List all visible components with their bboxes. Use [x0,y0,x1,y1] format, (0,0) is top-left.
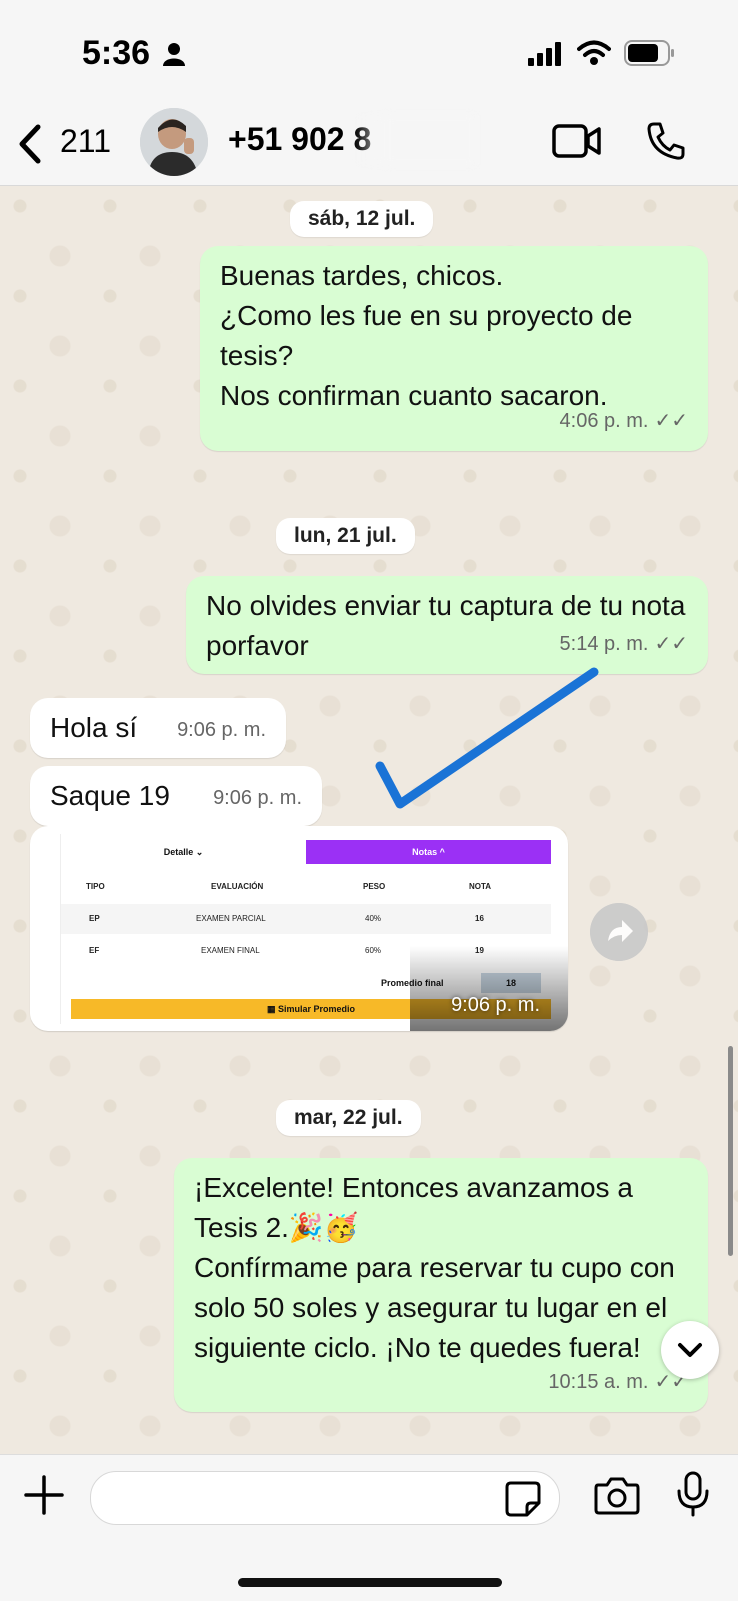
date-separator: sáb, 12 jul. [290,201,434,237]
status-bar: 5:36 [0,0,738,105]
plus-icon[interactable] [24,1475,64,1515]
incoming-message[interactable]: Saque 19 9:06 p. m. [30,766,322,826]
date-separator: lun, 21 jul. [276,518,415,554]
redaction-blur [355,115,475,165]
message-meta: 4:06 p. m. ✓✓ [560,401,688,441]
message-text: Buenas tardes, chicos. ¿Como les fue en … [220,260,633,411]
sticker-icon[interactable] [505,1481,541,1517]
message-time: 10:15 a. m. [548,1371,649,1393]
table-header: TIPO EVALUACIÓN PESO NOTA [86,882,492,891]
microphone-icon[interactable] [676,1471,710,1517]
message-time: 5:14 p. m. [559,633,649,655]
phone-icon[interactable] [646,121,686,161]
chat-area[interactable]: sáb, 12 jul. Buenas tardes, chicos. ¿Com… [0,186,738,1454]
message-time: 9:06 p. m. [177,719,266,741]
tab-detalle: Detalle ⌄ [163,847,204,857]
double-check-icon: ✓✓ [654,410,688,432]
avatar[interactable] [140,108,208,176]
date-separator: mar, 22 jul. [276,1100,421,1136]
outgoing-message[interactable]: Buenas tardes, chicos. ¿Como les fue en … [200,246,708,451]
message-text: Hola sí [50,712,138,743]
incoming-message[interactable]: Hola sí 9:06 p. m. [30,698,286,758]
image-shade [410,946,568,1031]
camera-icon[interactable] [594,1475,640,1515]
image-message[interactable]: Detalle ⌄ Notas ^ TIPO EVALUACIÓN PESO N… [30,826,568,1031]
check-annotation [375,667,599,809]
message-input[interactable] [90,1471,560,1525]
message-meta: 5:14 p. m. ✓✓ [560,624,688,664]
back-chevron-icon[interactable] [14,123,44,165]
message-time: 9:06 p. m. [451,994,540,1016]
battery-icon [624,40,674,66]
signal-icon [528,42,561,66]
scroll-to-bottom-button[interactable] [661,1321,719,1379]
message-text: ¡Excelente! Entonces avanzamos a Tesis 2… [194,1172,675,1363]
message-time: 9:06 p. m. [213,787,302,809]
chat-header: 211 +51 902 8 [0,105,738,186]
outgoing-message[interactable]: No olvides enviar tu captura de tu nota … [186,576,708,674]
person-icon [163,43,185,66]
message-time: 4:06 p. m. [559,410,649,432]
scrollbar[interactable] [728,1046,733,1256]
home-indicator [238,1578,502,1587]
message-text: Saque 19 [50,780,170,811]
tab-notas: Notas ^ [306,840,551,864]
double-check-icon: ✓✓ [654,633,688,655]
contact-name[interactable]: +51 902 8 [228,121,371,158]
composer-bar [0,1454,738,1601]
table-row: EP EXAMEN PARCIAL 40% 16 [61,904,551,934]
back-unread-count[interactable]: 211 [60,123,111,160]
chevron-down-icon [678,1343,702,1357]
video-call-icon[interactable] [552,123,602,159]
forward-icon[interactable] [590,903,648,961]
status-time: 5:36 [82,34,151,72]
tab-bar: Detalle ⌄ Notas ^ [61,840,551,864]
wifi-icon [577,40,611,65]
outgoing-message[interactable]: ¡Excelente! Entonces avanzamos a Tesis 2… [174,1158,708,1412]
